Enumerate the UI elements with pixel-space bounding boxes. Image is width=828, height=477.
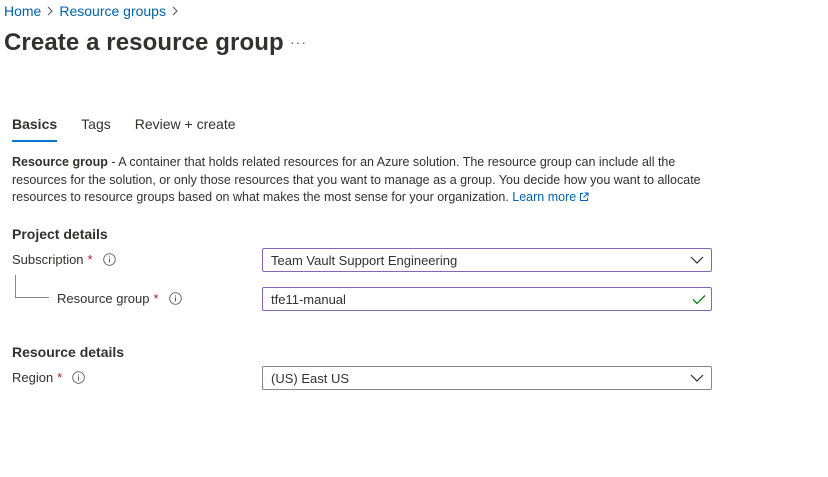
resource-group-label-text: Resource group: [57, 291, 150, 306]
region-value: (US) East US: [271, 370, 350, 386]
chevron-right-icon: [166, 3, 184, 19]
learn-more-label: Learn more: [512, 190, 577, 204]
region-label: Region *: [12, 370, 86, 385]
required-marker: *: [57, 370, 63, 385]
create-resource-group-page: Home Resource groups Create a resource g…: [0, 0, 828, 477]
info-icon[interactable]: [102, 253, 116, 266]
resource-group-label: Resource group *: [57, 291, 182, 306]
required-marker: *: [87, 252, 93, 267]
chevron-down-icon: [683, 249, 711, 271]
chevron-right-icon: [41, 3, 59, 19]
tab-tags[interactable]: Tags: [81, 116, 111, 142]
subscription-value: Team Vault Support Engineering: [271, 252, 458, 268]
region-label-text: Region: [12, 370, 54, 385]
tree-connector: [15, 275, 49, 298]
description-term: Resource group: [12, 155, 108, 169]
subscription-label: Subscription *: [12, 252, 116, 267]
breadcrumb-resource-groups[interactable]: Resource groups: [59, 3, 166, 19]
chevron-down-icon: [683, 367, 711, 389]
resource-group-input[interactable]: [262, 287, 712, 311]
project-details-heading: Project details: [12, 226, 108, 242]
learn-more-link[interactable]: Learn more: [512, 190, 589, 204]
checkmark-icon: [690, 291, 708, 307]
info-icon[interactable]: [72, 371, 86, 384]
tab-bar: Basics Tags Review + create: [12, 116, 260, 142]
page-title: Create a resource group: [4, 29, 284, 56]
breadcrumb-home[interactable]: Home: [4, 3, 41, 19]
more-icon[interactable]: ···: [290, 34, 307, 50]
subscription-label-text: Subscription: [12, 252, 84, 267]
description-text: - A container that holds related resourc…: [12, 155, 701, 204]
breadcrumb: Home Resource groups: [4, 3, 184, 19]
tab-basics[interactable]: Basics: [12, 116, 58, 142]
required-marker: *: [153, 291, 159, 306]
subscription-dropdown[interactable]: Team Vault Support Engineering: [262, 248, 712, 272]
resource-group-description: Resource group - A container that holds …: [12, 154, 712, 208]
external-link-icon: [579, 190, 589, 208]
tab-review-create[interactable]: Review + create: [135, 116, 236, 142]
resource-group-field: [262, 287, 712, 311]
region-dropdown[interactable]: (US) East US: [262, 366, 712, 390]
resource-details-heading: Resource details: [12, 344, 125, 360]
info-icon[interactable]: [168, 292, 182, 305]
